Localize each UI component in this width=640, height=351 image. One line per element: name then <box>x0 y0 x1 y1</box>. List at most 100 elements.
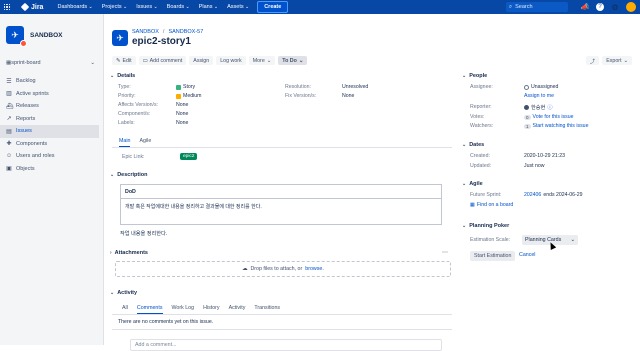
no-comments-text: There are no comments yet on this issue. <box>118 319 214 325</box>
add-comment-button[interactable]: ▭ Add comment <box>138 56 187 65</box>
assign-to-me-link[interactable]: Assign to me <box>524 93 554 99</box>
created-date: 2020-10-29 21:23 <box>524 153 565 159</box>
project-avatar-icon: ✈ <box>112 30 128 46</box>
breadcrumb: SANDBOX / SANDBOX-57 <box>132 29 204 35</box>
chevron-down-icon: ⌄ <box>90 60 95 66</box>
details-header[interactable]: ⌄ Details <box>110 73 135 79</box>
tab-history[interactable]: History <box>203 305 219 314</box>
board-selector[interactable]: ▦ sprint-board ⌄ <box>0 57 103 69</box>
tab-work-log[interactable]: Work Log <box>172 305 195 314</box>
nav-projects[interactable]: Projects <box>102 4 127 10</box>
user-avatar[interactable] <box>626 2 636 12</box>
notifications-icon[interactable]: 📣 <box>580 2 590 12</box>
attachment-dropzone[interactable]: ☁ Drop files to attach, or browse. <box>115 261 451 277</box>
sidebar-item-reports[interactable]: ↗ Reports <box>0 113 103 126</box>
issue-title[interactable]: epic2-story1 <box>132 36 191 47</box>
tab-comments[interactable]: Comments <box>136 305 163 314</box>
comment-input[interactable]: Add a comment... <box>130 339 442 351</box>
app-switcher-icon[interactable] <box>4 4 10 10</box>
reporter-avatar-icon <box>524 105 529 110</box>
resolution-value: Unresolved <box>342 84 369 90</box>
attachments-header[interactable]: › Attachments <box>110 250 148 256</box>
project-sidebar: ✈ SANDBOX ▦ sprint-board ⌄ ☰ Backlog ▥ Act… <box>0 14 104 345</box>
vote-link[interactable]: Vote for this issue <box>533 114 574 120</box>
log-work-button[interactable]: Log work <box>216 56 246 65</box>
description-table[interactable]: DoD 개발 혹은 작업에대한 내용을 정리하고 결과물에 대한 정리를 한다. <box>120 184 442 225</box>
status-button[interactable]: To Do ⌄ <box>278 56 308 65</box>
tab-agile[interactable]: Agile <box>139 138 151 147</box>
chevron-down-icon: ⌄ <box>110 290 115 296</box>
reporter-value[interactable]: 한승현 ⓘ <box>524 104 553 111</box>
sidebar-item-backlog[interactable]: ☰ Backlog <box>0 75 103 88</box>
sidebar-item-components[interactable]: ✚ Components <box>0 138 103 151</box>
sidebar-item-releases[interactable]: ⛴ Releases <box>0 100 103 113</box>
activity-tabs: All Comments Work Log History Activity T… <box>122 305 280 314</box>
nav-plans[interactable]: Plans <box>199 4 218 10</box>
sidebar-item-users-and-roles[interactable]: ☺ Users and roles <box>0 150 103 163</box>
cloud-upload-icon: ☁ <box>242 266 248 272</box>
edit-button[interactable]: ✎ Edit <box>112 56 136 65</box>
sidebar-item-active-sprints[interactable]: ▥ Active sprints <box>0 88 103 101</box>
activity-header[interactable]: ⌄ Activity <box>110 290 137 296</box>
assignee-value[interactable]: Unassigned <box>524 84 558 90</box>
table-header-cell: DoD <box>121 185 441 199</box>
description-text: 작업 내용을 정리한다. <box>120 231 168 237</box>
browse-link[interactable]: browse. <box>305 266 324 272</box>
updated-date: Just now <box>524 163 545 169</box>
help-icon[interactable]: ? <box>596 3 604 11</box>
nav-dashboards[interactable]: Dashboards <box>57 4 92 10</box>
priority-value: Medium <box>176 93 201 99</box>
share-button[interactable]: ⤴ <box>585 56 600 65</box>
agile-header[interactable]: ⌄ Agile <box>462 181 483 187</box>
sidebar-item-objects[interactable]: ▣ Objects <box>0 163 103 176</box>
start-estimation-button[interactable]: Start Estimation <box>470 251 516 261</box>
tab-activity[interactable]: Activity <box>229 305 246 314</box>
breadcrumb-project[interactable]: SANDBOX <box>132 29 159 35</box>
sprint-icon: ▥ <box>6 91 12 98</box>
jira-logo[interactable]: Jira <box>20 2 43 12</box>
settings-gear-icon[interactable]: ⚙ <box>610 2 620 12</box>
divider <box>112 329 452 330</box>
nav-issues[interactable]: Issues <box>136 4 158 10</box>
more-options-icon[interactable]: ⋯ <box>442 249 448 256</box>
more-button[interactable]: More ⌄ <box>248 56 276 65</box>
chevron-down-icon: ⌄ <box>266 57 272 64</box>
assign-button[interactable]: Assign <box>189 56 214 65</box>
description-header[interactable]: ⌄ Description <box>110 172 147 178</box>
epic-link-lozenge[interactable]: epic2 <box>180 153 198 160</box>
breadcrumb-issue-key[interactable]: SANDBOX-57 <box>168 29 203 35</box>
affects-value: None <box>176 102 189 108</box>
details-tabs: Main Agile <box>119 138 151 147</box>
watch-link[interactable]: Start watching this issue <box>533 123 589 129</box>
priority-medium-icon <box>176 93 181 99</box>
chevron-down-icon: ⌄ <box>298 57 304 64</box>
planning-poker-header[interactable]: ⌄ Planning Poker <box>462 223 509 229</box>
sidebar-item-issues[interactable]: ▤ Issues <box>0 125 99 138</box>
project-header[interactable]: ✈ SANDBOX <box>6 26 103 47</box>
tab-main[interactable]: Main <box>119 138 131 147</box>
chevron-down-icon: ⌄ <box>110 172 115 178</box>
tab-all[interactable]: All <box>122 305 128 314</box>
story-icon <box>176 84 181 90</box>
backlog-icon: ☰ <box>6 78 12 85</box>
tab-transitions[interactable]: Transitions <box>254 305 280 314</box>
people-header[interactable]: ⌄ People <box>462 73 487 79</box>
chevron-down-icon: ⌄ <box>623 57 628 64</box>
type-value: Story <box>176 84 195 90</box>
search-input[interactable]: ⌕ Search <box>506 2 568 12</box>
find-on-board-link[interactable]: ▦ Find on a board <box>470 202 513 208</box>
nav-boards[interactable]: Boards <box>167 4 190 10</box>
export-button[interactable]: Export ⌄ <box>602 56 632 65</box>
chevron-right-icon: › <box>110 250 112 256</box>
nav-assets[interactable]: Assets <box>227 4 249 10</box>
project-badge-icon <box>20 40 27 47</box>
dates-header[interactable]: ⌄ Dates <box>462 142 484 148</box>
sprint-link[interactable]: 202406 <box>524 192 541 198</box>
cancel-link[interactable]: Cancel <box>519 252 536 258</box>
objects-icon: ▣ <box>6 166 12 173</box>
issue-toolbar: ✎ Edit ▭ Add comment Assign Log work More ⌄… <box>112 56 308 65</box>
create-button[interactable]: Create <box>257 1 289 13</box>
users-icon: ☺ <box>6 153 13 160</box>
chevron-down-icon: ⌄ <box>570 237 575 243</box>
divider <box>112 147 452 148</box>
